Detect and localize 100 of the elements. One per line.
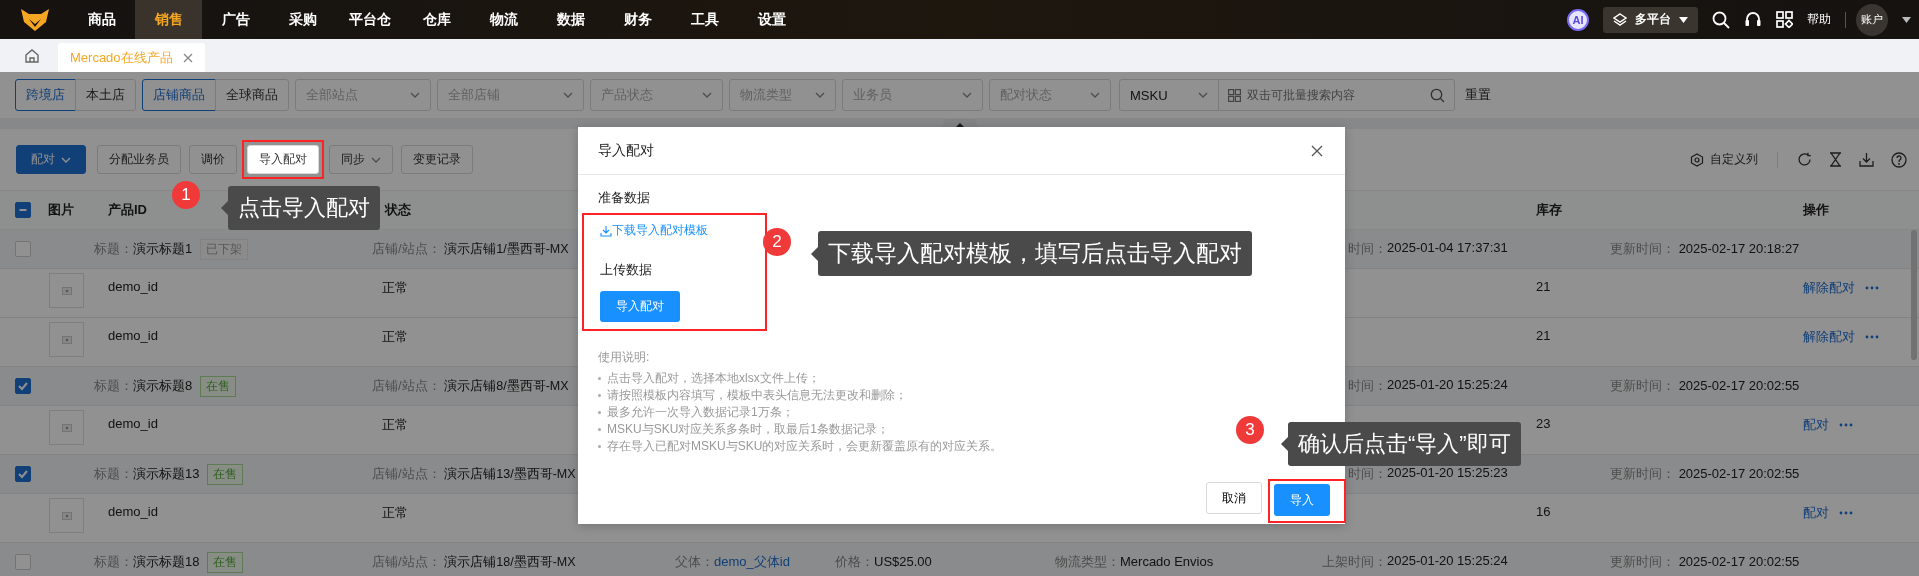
headset-icon[interactable] <box>1744 10 1762 29</box>
chevron-down-icon <box>371 156 381 163</box>
apps-icon[interactable] <box>1776 11 1793 28</box>
nav-item[interactable]: 销售 <box>135 0 202 39</box>
account-avatar[interactable]: 账户 <box>1856 3 1888 36</box>
close-icon[interactable] <box>1311 144 1323 157</box>
stock-value: 23 <box>1536 416 1551 431</box>
store-site: 演示店铺8/墨西哥-MX <box>444 379 569 393</box>
status-badge: 在售 <box>207 551 244 573</box>
store-type-toggle[interactable]: 本土店 <box>75 79 136 111</box>
chevron-down-icon <box>563 92 573 98</box>
update-time: 2025-02-17 20:02:55 <box>1678 378 1800 393</box>
nav-item[interactable]: 仓库 <box>403 0 470 39</box>
nav-item[interactable]: 商品 <box>68 0 135 39</box>
help-icon[interactable] <box>1891 151 1907 168</box>
instruction-item: 点击导入配对，选择本地xlsx文件上传； <box>607 370 820 387</box>
product-thumbnail <box>49 410 84 445</box>
bullet-icon <box>598 428 601 431</box>
import-button[interactable]: 导入 <box>1274 484 1330 516</box>
step-number: 1 <box>172 181 200 209</box>
select-all-checkbox[interactable] <box>15 202 31 218</box>
cancel-button[interactable]: 取消 <box>1206 482 1262 514</box>
pair-dropdown-button[interactable]: 配对 <box>16 145 86 174</box>
close-icon[interactable] <box>182 52 193 63</box>
search-type-select[interactable]: MSKU <box>1119 79 1219 111</box>
search-field[interactable]: 双击可批量搜索内容 <box>1219 79 1455 111</box>
instruction-item: MSKU与SKU对应关系多条时，取最后1条数据记录； <box>607 421 890 438</box>
search-icon[interactable] <box>1712 10 1730 29</box>
caret-icon[interactable] <box>1902 16 1911 23</box>
help-link[interactable]: 帮助 <box>1807 11 1831 28</box>
nav-item[interactable]: 平台仓 <box>336 0 403 39</box>
store-site: 演示店铺1/墨西哥-MX <box>444 242 569 256</box>
refresh-icon[interactable] <box>1797 152 1812 167</box>
download-icon[interactable] <box>1859 152 1874 167</box>
field-label: 标题： <box>94 240 133 258</box>
platform-dropdown[interactable]: 多平台 <box>1603 6 1698 33</box>
column-header: 操作 <box>1803 202 1829 217</box>
product-id: demo_id <box>108 279 158 294</box>
scope-toggle[interactable]: 全球商品 <box>215 79 289 111</box>
sync-dropdown-button[interactable]: 同步 <box>329 145 393 174</box>
toolbar-button[interactable]: 导入配对 <box>247 145 319 174</box>
parent-link[interactable]: demo_父体id <box>714 554 790 569</box>
nav-item[interactable]: 工具 <box>671 0 738 39</box>
nav-item[interactable]: 设置 <box>738 0 805 39</box>
nav-item[interactable]: 广告 <box>202 0 269 39</box>
pair-status: 正常 <box>382 505 408 520</box>
column-header: 库存 <box>1536 202 1562 217</box>
home-icon[interactable] <box>24 48 40 64</box>
toolbar-button[interactable]: 变更记录 <box>401 145 473 174</box>
nav-item[interactable]: 采购 <box>269 0 336 39</box>
nav-item[interactable]: 物流 <box>470 0 537 39</box>
field-label: 店铺/站点： <box>372 466 441 481</box>
update-time: 2025-02-17 20:18:27 <box>1678 241 1800 256</box>
scrollbar-thumb[interactable] <box>1911 230 1917 360</box>
product-thumbnail <box>49 273 84 308</box>
download-icon <box>600 224 612 237</box>
import-pairing-button[interactable]: 导入配对 <box>600 291 680 322</box>
nav-item[interactable]: 数据 <box>537 0 604 39</box>
bullet-icon <box>598 445 601 448</box>
stock-value: 21 <box>1536 328 1551 343</box>
row-checkbox[interactable] <box>15 378 31 394</box>
column-header: 状态 <box>385 202 411 217</box>
action-link[interactable]: 配对 <box>1803 504 1829 522</box>
dialog-title: 导入配对 <box>598 141 654 160</box>
instruction-item: 存在导入已配对MSKU与SKU的对应关系时，会更新覆盖原有的对应关系。 <box>607 438 1003 455</box>
stock-value: 21 <box>1536 279 1551 294</box>
chevron-down-icon <box>702 92 712 98</box>
chevron-down-icon <box>61 156 71 163</box>
action-link[interactable]: 解除配对 <box>1803 328 1855 346</box>
field-label: 标题： <box>94 377 133 395</box>
nav-item[interactable]: 财务 <box>604 0 671 39</box>
field-label: 父体： <box>675 554 714 569</box>
store-type-toggle[interactable]: 跨境店 <box>15 79 76 111</box>
toolbar-button[interactable]: 分配业务员 <box>97 145 181 174</box>
grid-icon <box>1228 89 1241 102</box>
action-link[interactable]: 解除配对 <box>1803 279 1855 297</box>
hourglass-icon[interactable] <box>1829 152 1842 167</box>
ai-badge[interactable]: AI <box>1567 8 1589 31</box>
custom-columns-button[interactable]: 自定义列 <box>1690 151 1758 168</box>
launch-time: 2025-01-20 15:25:24 <box>1387 553 1508 570</box>
more-icon[interactable] <box>1865 286 1879 290</box>
product-thumbnail <box>49 498 84 533</box>
reset-link[interactable]: 重置 <box>1465 86 1491 104</box>
action-link[interactable]: 配对 <box>1803 416 1829 434</box>
product-title: 演示标题13 <box>133 465 200 483</box>
row-checkbox[interactable] <box>15 466 31 482</box>
scope-toggle[interactable]: 店铺商品 <box>142 79 216 111</box>
field-label: 标题： <box>94 553 133 571</box>
download-template-link[interactable]: 下载导入配对模板 <box>600 222 708 239</box>
product-title: 演示标题8 <box>133 377 193 395</box>
field-label: 店铺/站点： <box>372 241 441 256</box>
product-id: demo_id <box>108 416 158 431</box>
field-label: 时间： <box>1347 465 1387 483</box>
toolbar-button[interactable]: 调价 <box>189 145 237 174</box>
field-label: 更新时间： <box>1610 378 1675 393</box>
more-icon[interactable] <box>1839 511 1853 515</box>
more-icon[interactable] <box>1839 423 1853 427</box>
more-icon[interactable] <box>1865 335 1879 339</box>
update-time: 2025-02-17 20:02:55 <box>1678 554 1800 569</box>
pair-status: 正常 <box>382 280 408 295</box>
